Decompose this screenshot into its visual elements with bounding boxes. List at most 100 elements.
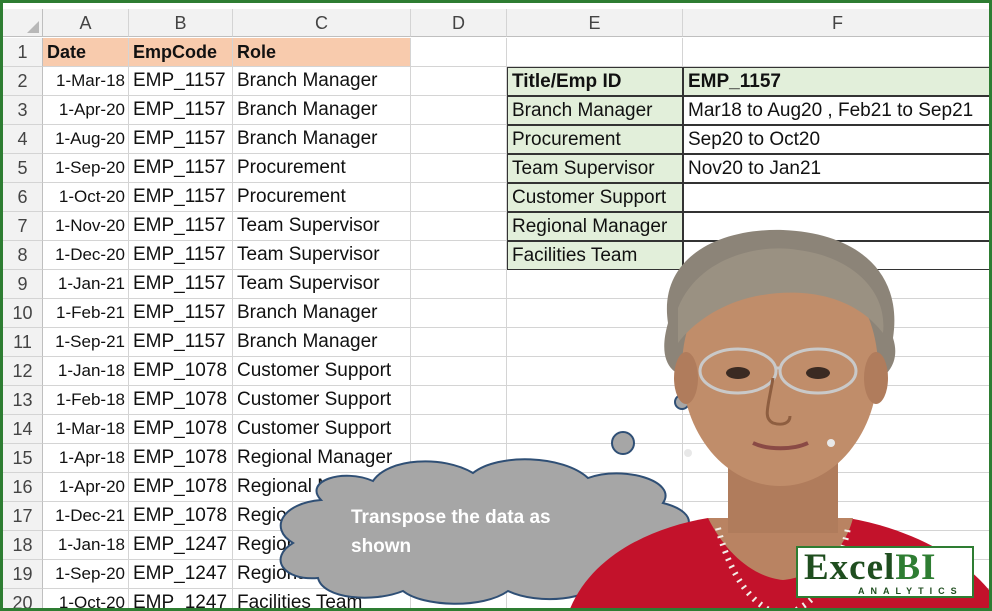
header-date[interactable]: Date	[43, 38, 129, 67]
header-role[interactable]: Role	[233, 38, 411, 67]
cell-role[interactable]: Branch Manager	[233, 328, 411, 357]
row-header-17[interactable]: 17	[3, 502, 43, 531]
result-periods[interactable]	[683, 183, 989, 212]
row-header-16[interactable]: 16	[3, 473, 43, 502]
row-header-9[interactable]: 9	[3, 270, 43, 299]
cell-empcode[interactable]: EMP_1157	[129, 270, 233, 299]
cell-empcode[interactable]: EMP_1157	[129, 241, 233, 270]
cell-date[interactable]: 1-Dec-20	[43, 241, 129, 270]
header-empcode[interactable]: EmpCode	[129, 38, 233, 67]
cell-date[interactable]: 1-Mar-18	[43, 415, 129, 444]
cell-d7[interactable]	[411, 212, 507, 241]
cell-date[interactable]: 1-Sep-20	[43, 154, 129, 183]
column-header-d[interactable]: D	[411, 9, 507, 37]
cell-empcode[interactable]: EMP_1247	[129, 560, 233, 589]
cell-d12[interactable]	[411, 357, 507, 386]
cell-role[interactable]: Facilities Team	[233, 589, 411, 608]
cell-role[interactable]: Branch Manager	[233, 125, 411, 154]
cell-date[interactable]: 1-Jan-21	[43, 270, 129, 299]
cell-empcode[interactable]: EMP_1078	[129, 502, 233, 531]
result-header-emp[interactable]: EMP_1157	[683, 67, 989, 96]
row-header-11[interactable]: 11	[3, 328, 43, 357]
cell-date[interactable]: 1-Oct-20	[43, 589, 129, 608]
cell-d16[interactable]	[411, 473, 507, 502]
row-header-3[interactable]: 3	[3, 96, 43, 125]
cell-d4[interactable]	[411, 125, 507, 154]
row-header-8[interactable]: 8	[3, 241, 43, 270]
cell-d11[interactable]	[411, 328, 507, 357]
cell-f1[interactable]	[683, 38, 989, 67]
cell-d19[interactable]	[411, 560, 507, 589]
cell-role[interactable]: Team Supervisor	[233, 241, 411, 270]
column-header-f[interactable]: F	[683, 9, 989, 37]
cell-d13[interactable]	[411, 386, 507, 415]
cell-date[interactable]: 1-Sep-20	[43, 560, 129, 589]
cell-role[interactable]: Customer Support	[233, 386, 411, 415]
cell-empcode[interactable]: EMP_1078	[129, 444, 233, 473]
result-title[interactable]: Branch Manager	[507, 96, 683, 125]
cell-d2[interactable]	[411, 67, 507, 96]
cell-role[interactable]: Regional Manager	[233, 560, 411, 589]
result-title[interactable]: Procurement	[507, 125, 683, 154]
cell-date[interactable]: 1-Feb-18	[43, 386, 129, 415]
cell-role[interactable]: Team Supervisor	[233, 212, 411, 241]
cell-empcode[interactable]: EMP_1078	[129, 473, 233, 502]
cell-d10[interactable]	[411, 299, 507, 328]
cell-empcode[interactable]: EMP_1157	[129, 154, 233, 183]
row-header-19[interactable]: 19	[3, 560, 43, 589]
result-title[interactable]: Customer Support	[507, 183, 683, 212]
cell-date[interactable]: 1-Apr-20	[43, 473, 129, 502]
cell-role[interactable]: Regional Manager	[233, 444, 411, 473]
cell-empcode[interactable]: EMP_1078	[129, 357, 233, 386]
cell-empcode[interactable]: EMP_1157	[129, 67, 233, 96]
cell-date[interactable]: 1-Nov-20	[43, 212, 129, 241]
cell-e1[interactable]	[507, 38, 683, 67]
cell-d8[interactable]	[411, 241, 507, 270]
cell-date[interactable]: 1-Dec-21	[43, 502, 129, 531]
cell-role[interactable]: Customer Support	[233, 415, 411, 444]
column-header-a[interactable]: A	[43, 9, 129, 37]
cell-empcode[interactable]: EMP_1157	[129, 299, 233, 328]
cell-role[interactable]: Team Supervisor	[233, 270, 411, 299]
cell-date[interactable]: 1-Apr-18	[43, 444, 129, 473]
cell-role[interactable]: Procurement	[233, 183, 411, 212]
column-header-b[interactable]: B	[129, 9, 233, 37]
cell-date[interactable]: 1-Sep-21	[43, 328, 129, 357]
column-header-c[interactable]: C	[233, 9, 411, 37]
row-header-13[interactable]: 13	[3, 386, 43, 415]
cell-d1[interactable]	[411, 38, 507, 67]
cell-role[interactable]: Procurement	[233, 154, 411, 183]
result-title[interactable]: Team Supervisor	[507, 154, 683, 183]
cell-role[interactable]: Branch Manager	[233, 67, 411, 96]
row-header-1[interactable]: 1	[3, 38, 43, 67]
result-periods[interactable]: Mar18 to Aug20 , Feb21 to Sep21	[683, 96, 989, 125]
cell-role[interactable]: Regional Manager	[233, 473, 411, 502]
cell-empcode[interactable]: EMP_1078	[129, 415, 233, 444]
cell-empcode[interactable]: EMP_1157	[129, 212, 233, 241]
row-header-20[interactable]: 20	[3, 589, 43, 608]
cell-d5[interactable]	[411, 154, 507, 183]
cell-date[interactable]: 1-Mar-18	[43, 67, 129, 96]
cell-date[interactable]: 1-Feb-21	[43, 299, 129, 328]
column-header-e[interactable]: E	[507, 9, 683, 37]
cell-role[interactable]: Branch Manager	[233, 299, 411, 328]
row-header-7[interactable]: 7	[3, 212, 43, 241]
row-header-2[interactable]: 2	[3, 67, 43, 96]
cell-empcode[interactable]: EMP_1078	[129, 386, 233, 415]
cell-empcode[interactable]: EMP_1157	[129, 96, 233, 125]
cell-d6[interactable]	[411, 183, 507, 212]
cell-d9[interactable]	[411, 270, 507, 299]
row-header-5[interactable]: 5	[3, 154, 43, 183]
result-periods[interactable]: Nov20 to Jan21	[683, 154, 989, 183]
row-header-14[interactable]: 14	[3, 415, 43, 444]
cell-empcode[interactable]: EMP_1157	[129, 183, 233, 212]
cell-date[interactable]: 1-Aug-20	[43, 125, 129, 154]
cell-empcode[interactable]: EMP_1247	[129, 589, 233, 608]
cell-empcode[interactable]: EMP_1247	[129, 531, 233, 560]
cell-date[interactable]: 1-Jan-18	[43, 357, 129, 386]
select-all-corner[interactable]	[3, 9, 43, 37]
cell-role[interactable]: Branch Manager	[233, 96, 411, 125]
cell-role[interactable]: Customer Support	[233, 357, 411, 386]
cell-empcode[interactable]: EMP_1157	[129, 125, 233, 154]
row-header-6[interactable]: 6	[3, 183, 43, 212]
